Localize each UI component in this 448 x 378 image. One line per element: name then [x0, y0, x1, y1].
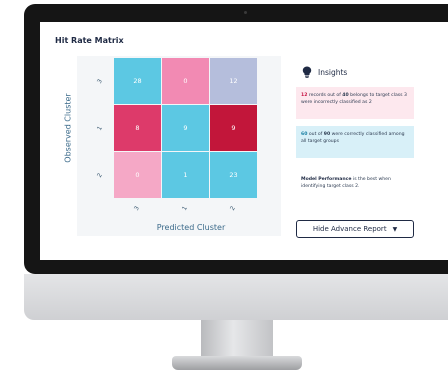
matrix-cell: 0 [114, 152, 161, 198]
x-axis-label: Predicted Cluster [156, 223, 226, 232]
matrix-cell: 0 [162, 58, 209, 104]
screen: Hit Rate Matrix 28 0 12 8 9 9 0 1 23 3 1 2 3 1 2 Obser… [40, 22, 448, 260]
matrix-cell: 1 [162, 152, 209, 198]
y-axis-label: Observed Cluster [63, 93, 73, 163]
insights-heading: Insights [318, 67, 348, 77]
caret-down-icon: ▼ [392, 225, 398, 233]
insight-card-performance: Model Performance is the best when ident… [301, 177, 391, 189]
matrix-cell: 9 [162, 105, 209, 151]
matrix-cell: 8 [114, 105, 161, 151]
insight-card-misclassified: 12 records out of 40 belongs to target c… [296, 87, 414, 119]
monitor-stand-neck [201, 320, 273, 358]
lightbulb-icon [302, 66, 312, 78]
hide-advance-report-label: Hide Advance Report [312, 225, 387, 233]
insight-card-correct: 60 out of 90 were correctly classified a… [296, 126, 414, 158]
page-title: Hit Rate Matrix [55, 36, 124, 45]
monitor-chin [24, 274, 448, 320]
camera-dot [244, 11, 247, 14]
hide-advance-report-button[interactable]: Hide Advance Report ▼ [296, 220, 414, 238]
matrix-cell: 23 [210, 152, 257, 198]
matrix-cell: 28 [114, 58, 161, 104]
matrix-cell: 12 [210, 58, 257, 104]
monitor-stand-foot [172, 356, 302, 370]
insights-header: Insights [302, 66, 347, 78]
matrix-cell: 9 [210, 105, 257, 151]
